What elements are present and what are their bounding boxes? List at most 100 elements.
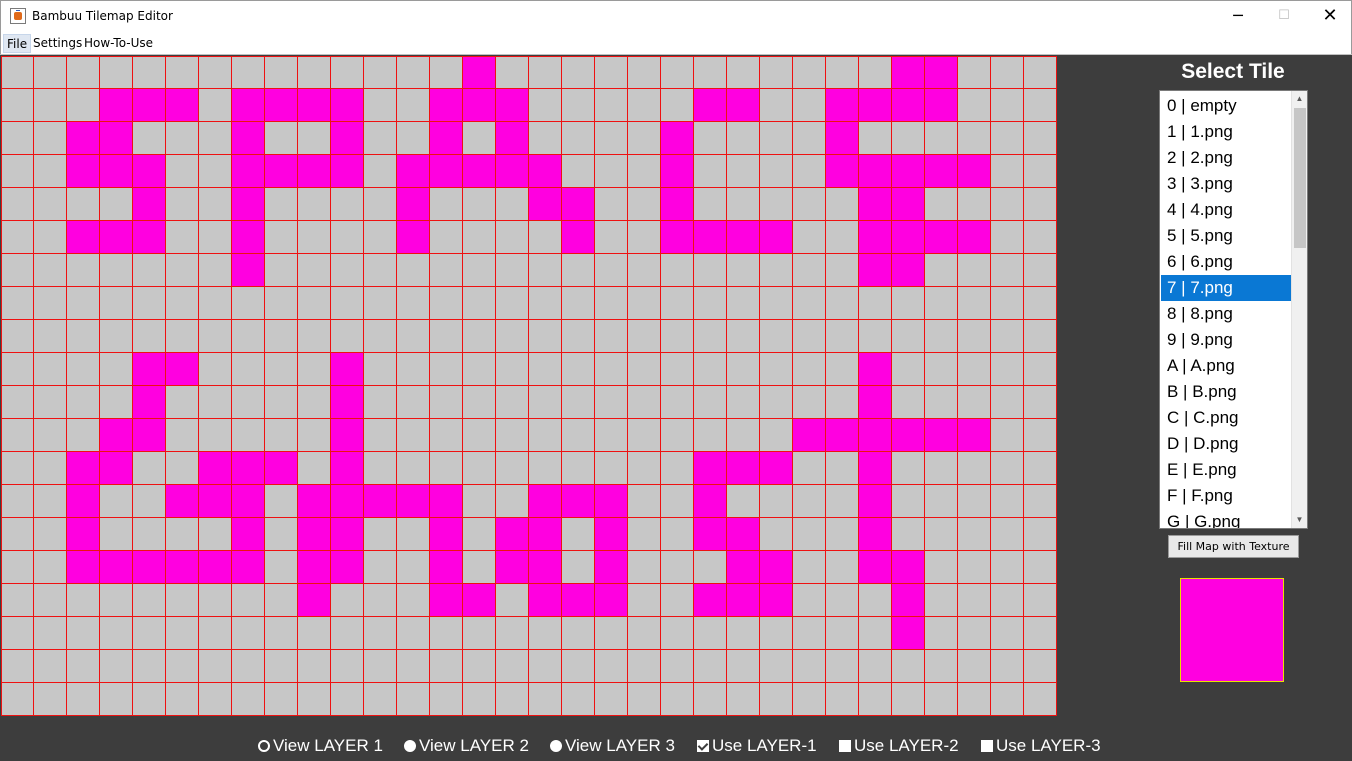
tile-cell[interactable] [133,617,166,650]
tile-cell[interactable] [100,584,133,617]
scroll-up-icon[interactable]: ▲ [1292,91,1307,107]
tile-cell[interactable] [34,452,67,485]
tile-cell[interactable] [100,56,133,89]
tile-cell[interactable] [1024,386,1057,419]
tile-cell[interactable] [397,551,430,584]
tile-list-item[interactable]: 8 | 8.png [1161,301,1291,327]
tile-cell-filled[interactable] [331,551,364,584]
tile-cell[interactable] [34,617,67,650]
tile-cell[interactable] [925,386,958,419]
tile-list-item[interactable]: 7 | 7.png [1161,275,1291,301]
tile-cell[interactable] [562,122,595,155]
tile-cell[interactable] [1024,155,1057,188]
tile-cell[interactable] [727,287,760,320]
tile-cell-filled[interactable] [595,485,628,518]
tile-cell[interactable] [397,287,430,320]
tile-cell[interactable] [265,650,298,683]
tile-cell[interactable] [496,683,529,716]
tile-cell-filled[interactable] [397,188,430,221]
tile-cell[interactable] [463,683,496,716]
tile-cell[interactable] [661,452,694,485]
tile-cell-filled[interactable] [298,155,331,188]
tile-cell[interactable] [463,254,496,287]
tile-cell-filled[interactable] [100,419,133,452]
tile-cell[interactable] [430,617,463,650]
tile-cell[interactable] [364,551,397,584]
tile-cell[interactable] [892,320,925,353]
tile-cell[interactable] [34,254,67,287]
tile-cell[interactable] [661,89,694,122]
tile-cell[interactable] [364,419,397,452]
tile-cell[interactable] [562,386,595,419]
tile-cell[interactable] [34,56,67,89]
tile-cell[interactable] [793,254,826,287]
tile-cell[interactable] [133,452,166,485]
tile-cell-filled[interactable] [529,551,562,584]
tile-cell[interactable] [331,650,364,683]
tile-cell[interactable] [364,650,397,683]
tile-cell[interactable] [991,155,1024,188]
tile-cell[interactable] [958,89,991,122]
tile-cell-filled[interactable] [727,518,760,551]
tile-cell[interactable] [727,617,760,650]
tile-cell[interactable] [67,683,100,716]
tile-cell[interactable] [34,485,67,518]
tile-cell[interactable] [364,254,397,287]
tile-cell-filled[interactable] [694,485,727,518]
tile-cell-filled[interactable] [892,188,925,221]
tile-cell[interactable] [67,56,100,89]
tile-cell[interactable] [529,683,562,716]
tile-cell[interactable] [496,419,529,452]
tile-cell[interactable] [34,353,67,386]
tile-cell-filled[interactable] [166,89,199,122]
tile-cell[interactable] [859,56,892,89]
tile-cell[interactable] [1024,485,1057,518]
tile-cell[interactable] [694,287,727,320]
tile-cell[interactable] [826,353,859,386]
tile-cell[interactable] [430,254,463,287]
tile-cell-filled[interactable] [67,452,100,485]
tile-cell[interactable] [364,122,397,155]
tile-cell[interactable] [595,683,628,716]
tile-cell[interactable] [628,452,661,485]
tile-cell[interactable] [562,650,595,683]
tile-cell-filled[interactable] [232,485,265,518]
tile-cell[interactable] [1,320,34,353]
tile-cell[interactable] [991,419,1024,452]
tile-cell[interactable] [562,518,595,551]
tile-cell[interactable] [100,485,133,518]
tile-cell[interactable] [760,287,793,320]
tile-cell[interactable] [364,617,397,650]
tile-cell[interactable] [991,122,1024,155]
tile-cell[interactable] [529,89,562,122]
tile-cell[interactable] [760,188,793,221]
tile-cell-filled[interactable] [925,221,958,254]
tile-cell[interactable] [397,320,430,353]
tile-cell[interactable] [496,221,529,254]
tile-cell[interactable] [760,56,793,89]
tile-cell[interactable] [958,386,991,419]
tile-cell[interactable] [430,320,463,353]
tile-cell[interactable] [826,221,859,254]
tile-cell[interactable] [100,188,133,221]
tile-cell[interactable] [562,254,595,287]
tile-cell[interactable] [694,617,727,650]
tile-cell[interactable] [34,221,67,254]
tile-cell[interactable] [133,683,166,716]
tile-cell[interactable] [925,254,958,287]
tile-cell[interactable] [67,386,100,419]
tile-cell-filled[interactable] [199,485,232,518]
tile-cell-filled[interactable] [232,188,265,221]
tile-cell[interactable] [463,386,496,419]
tile-cell[interactable] [661,584,694,617]
tile-cell-filled[interactable] [100,89,133,122]
tile-cell[interactable] [232,617,265,650]
tile-cell-filled[interactable] [892,56,925,89]
tile-cell-filled[interactable] [892,584,925,617]
tile-cell-filled[interactable] [694,89,727,122]
scroll-down-icon[interactable]: ▼ [1292,512,1307,528]
tile-cell[interactable] [727,485,760,518]
tile-cell-filled[interactable] [694,452,727,485]
tile-cell-filled[interactable] [67,551,100,584]
tile-cell[interactable] [34,650,67,683]
